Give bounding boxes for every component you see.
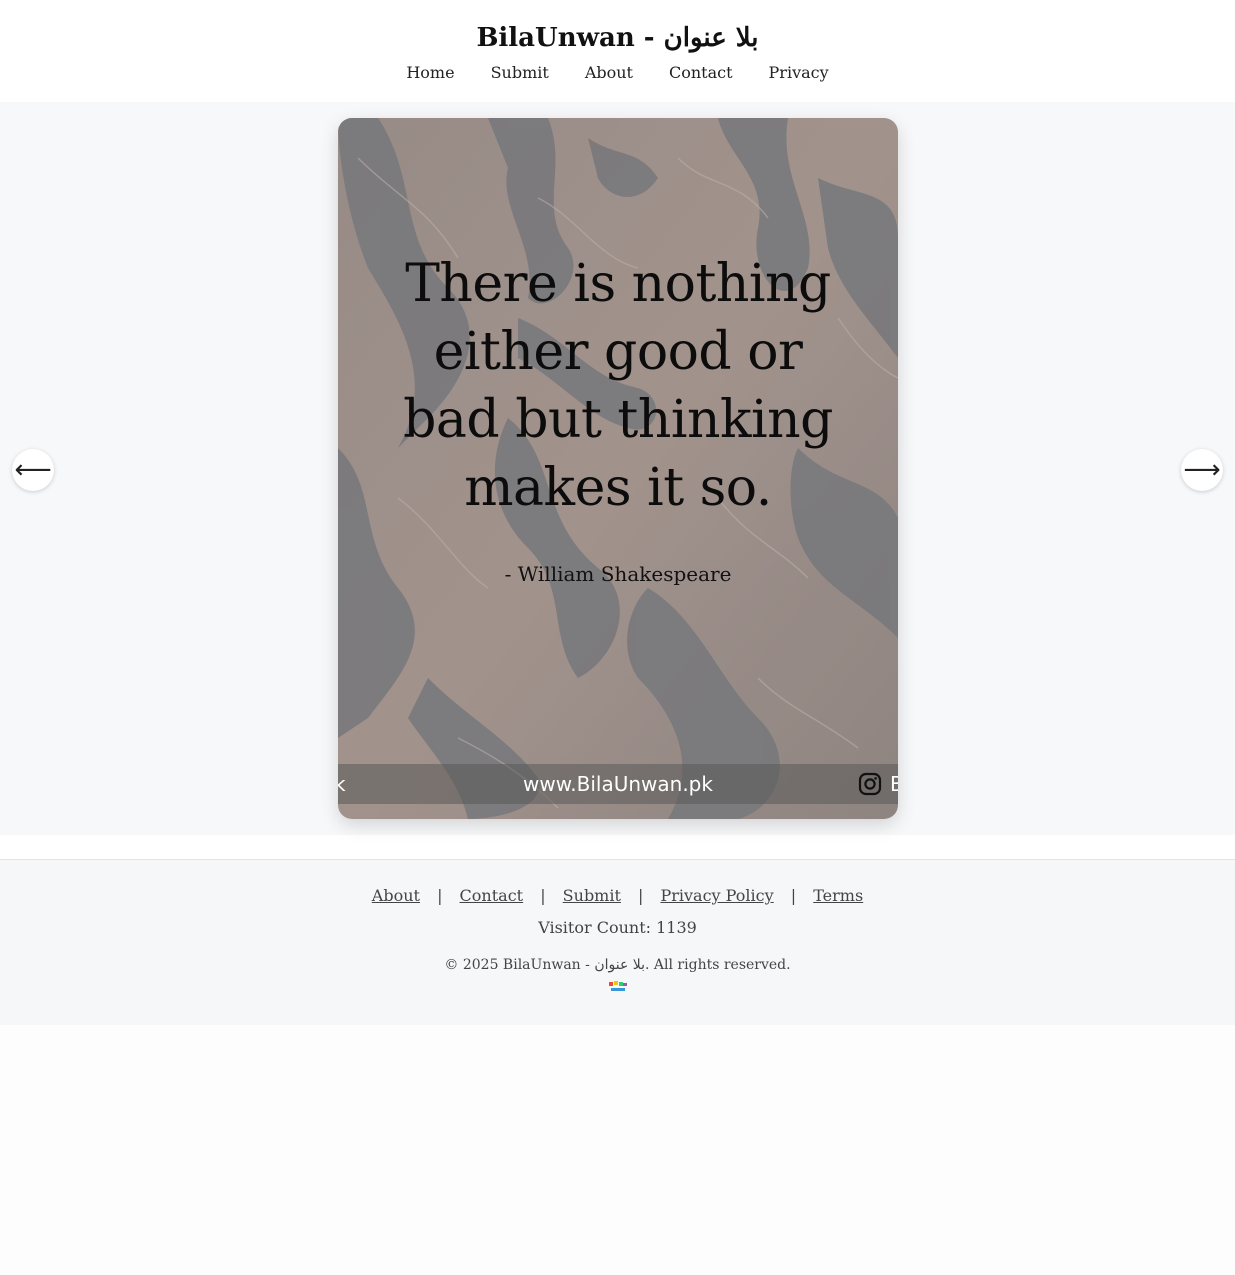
- quote-carousel: ⟵ There is nothing either good or bad bu…: [0, 102, 1235, 835]
- site-title[interactable]: BilaUnwan - بلا عنوان: [0, 0, 1235, 56]
- footer-contact-link[interactable]: Contact: [460, 886, 524, 905]
- site-footer: About | Contact | Submit | Privacy Polic…: [0, 859, 1235, 1025]
- nav-contact-link[interactable]: Contact: [669, 62, 733, 84]
- footer-privacy-policy-link[interactable]: Privacy Policy: [660, 886, 773, 905]
- main-nav: Home Submit About Contact Privacy: [0, 62, 1235, 84]
- next-slide-button[interactable]: ⟶: [1181, 449, 1223, 491]
- arrow-right-icon: ⟶: [1183, 455, 1221, 485]
- quote-author: - William Shakespeare: [504, 562, 732, 586]
- nav-privacy-link[interactable]: Privacy: [769, 62, 829, 84]
- section-spacer: [0, 835, 1235, 859]
- instagram-icon: [858, 772, 882, 796]
- footer-separator: |: [437, 886, 443, 905]
- watermark-band: k www.BilaUnwan.pk B: [338, 764, 898, 804]
- watermark-instagram: B: [858, 770, 898, 798]
- footer-separator: |: [540, 886, 546, 905]
- quote-slide-image: There is nothing either good or bad but …: [338, 118, 898, 819]
- watermark-url: www.BilaUnwan.pk: [523, 772, 713, 796]
- quote-text: There is nothing either good or bad but …: [403, 254, 833, 518]
- footer-separator: |: [790, 886, 797, 905]
- arrow-left-icon: ⟵: [14, 455, 52, 485]
- nav-submit-link[interactable]: Submit: [491, 62, 549, 84]
- footer-about-link[interactable]: About: [372, 886, 420, 905]
- footer-separator: |: [638, 886, 644, 905]
- watermark-right-fragment: B: [890, 772, 898, 796]
- site-header: BilaUnwan - بلا عنوان Home Submit About …: [0, 0, 1235, 102]
- bilaunwan-logo-icon: [608, 979, 628, 998]
- previous-slide-button[interactable]: ⟵: [12, 449, 54, 491]
- footer-links: About | Contact | Submit | Privacy Polic…: [0, 860, 1235, 907]
- nav-home-link[interactable]: Home: [406, 62, 454, 84]
- copyright-notice: © 2025 BilaUnwan - بلا عنوان. All rights…: [444, 957, 791, 973]
- nav-about-link[interactable]: About: [585, 62, 633, 84]
- visitor-count: Visitor Count: 1139: [538, 918, 697, 937]
- footer-submit-link[interactable]: Submit: [563, 886, 621, 905]
- footer-terms-link[interactable]: Terms: [813, 886, 863, 905]
